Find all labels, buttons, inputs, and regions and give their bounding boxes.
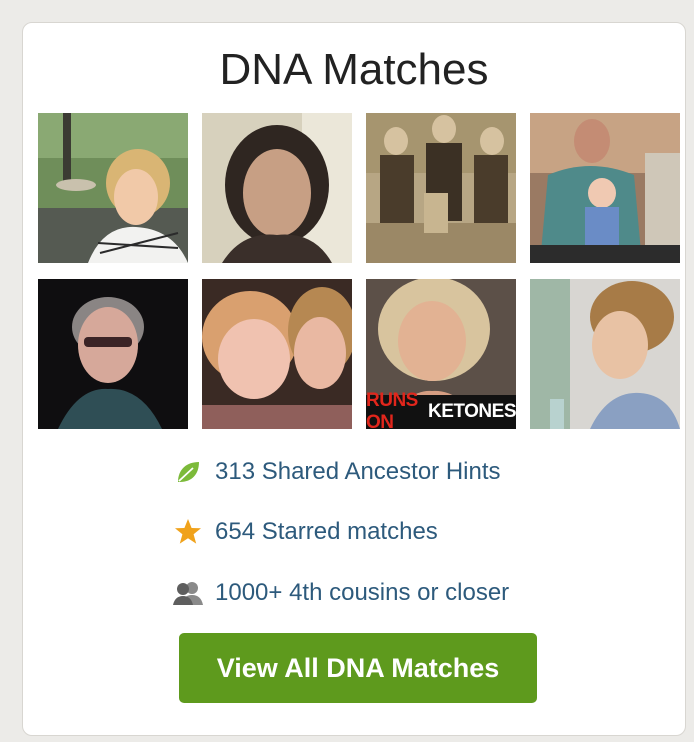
people-icon [173, 578, 203, 608]
match-photo-3[interactable] [366, 113, 516, 263]
dna-matches-card: DNA Matches RUNS ON KETONES 313 Shared A… [22, 22, 686, 736]
stat-shared-ancestor-hints[interactable]: 313 Shared Ancestor Hints [173, 457, 501, 487]
match-photo-7[interactable]: RUNS ON KETONES [366, 279, 516, 429]
star-icon [173, 517, 203, 547]
match-photo-5[interactable] [38, 279, 188, 429]
match-photo-8[interactable] [530, 279, 680, 429]
stat-starred-matches[interactable]: 654 Starred matches [173, 517, 438, 547]
match-photo-6[interactable] [202, 279, 352, 429]
stat-label: 654 Starred matches [215, 518, 438, 545]
leaf-icon [173, 457, 203, 487]
card-title: DNA Matches [219, 45, 489, 94]
match-photo-1[interactable] [38, 113, 188, 263]
view-all-dna-matches-button[interactable]: View All DNA Matches [179, 633, 537, 703]
stat-label: 313 Shared Ancestor Hints [215, 458, 501, 485]
match-photo-2[interactable] [202, 113, 352, 263]
photo-caption: RUNS ON KETONES [366, 390, 516, 429]
match-photo-4[interactable] [530, 113, 680, 263]
stat-label: 1000+ 4th cousins or closer [215, 579, 510, 606]
stat-4th-cousins[interactable]: 1000+ 4th cousins or closer [173, 578, 509, 608]
